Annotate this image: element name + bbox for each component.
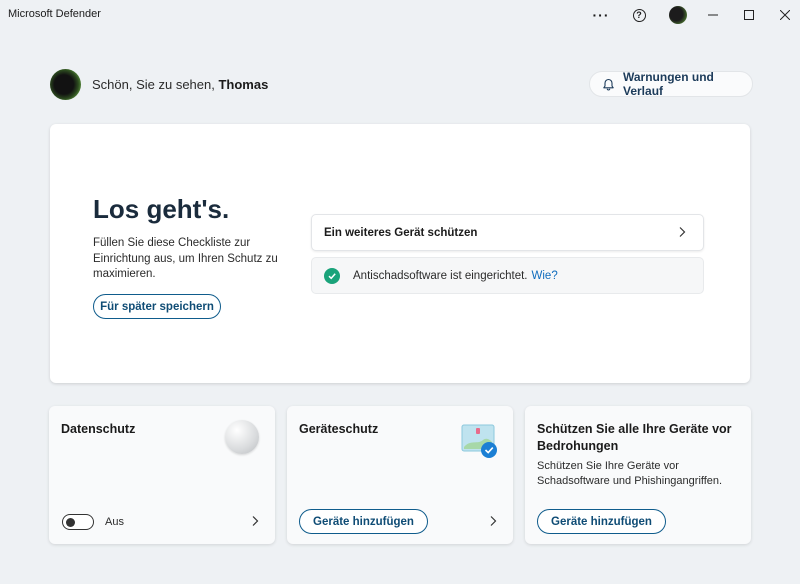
checklist-item-antimalware: Antischadsoftware ist eingerichtet. Wie? [311,257,704,294]
app-title: Microsoft Defender [8,8,101,20]
protect-all-devices-card: Schützen Sie alle Ihre Geräte vor Bedroh… [525,406,751,544]
checklist-item-protect-device[interactable]: Ein weiteres Gerät schützen [311,214,704,251]
globe-icon [225,420,259,454]
more-icon: ··· [592,7,610,23]
add-devices-button[interactable]: Geräte hinzufügen [537,509,666,534]
chevron-right-icon[interactable] [488,515,498,527]
minimize-icon [708,14,718,16]
title-bar: Microsoft Defender ··· ? [0,0,800,30]
toggle-knob [66,517,75,527]
setup-checklist-card: Los geht's. Füllen Sie diese Checkliste … [50,124,750,383]
chevron-right-icon [679,227,686,237]
setup-title: Los geht's. [93,194,230,224]
minimize-button[interactable] [700,3,726,27]
help-icon: ? [632,8,646,22]
privacy-card[interactable]: Datenschutz Aus [49,406,275,544]
help-button[interactable]: ? [626,3,652,27]
chevron-right-icon[interactable] [250,515,260,527]
user-avatar [50,69,81,100]
close-button[interactable] [772,3,798,27]
bell-icon [602,78,615,91]
checklist-item-label: Ein weiteres Gerät schützen [324,226,478,239]
card-description: Schützen Sie Ihre Geräte vor Schadsoftwa… [537,460,723,487]
card-title: Datenschutz [61,422,136,436]
card-title: Schützen Sie alle Ihre Geräte vor Bedroh… [537,422,732,453]
maximize-icon [744,10,754,20]
greeting-prefix: Schön, Sie zu sehen, [92,77,215,92]
card-title: Geräteschutz [299,422,379,436]
alerts-history-button[interactable]: Warnungen und Verlauf [589,70,753,98]
maximize-button[interactable] [736,3,762,27]
device-protection-card[interactable]: Geräteschutz Geräte hinzufügen [287,406,513,544]
checkmark-icon [324,267,340,284]
alerts-history-label: Warnungen und Verlauf [623,70,714,98]
add-devices-button[interactable]: Geräte hinzufügen [299,509,428,534]
device-shield-icon [461,424,497,458]
user-name: Thomas [218,77,269,92]
close-icon [780,10,790,20]
setup-description: Füllen Sie diese Checkliste zur Einricht… [93,237,278,280]
account-button[interactable] [665,3,691,27]
more-options-button[interactable]: ··· [588,3,614,27]
save-later-button[interactable]: Für später speichern [93,294,221,319]
greeting: Schön, Sie zu sehen, Thomas [92,77,268,92]
toggle-label: Aus [105,516,124,528]
privacy-toggle[interactable] [62,514,94,530]
how-link[interactable]: Wie? [532,270,558,282]
avatar-icon [669,6,687,24]
checklist-item-label: Antischadsoftware ist eingerichtet. [353,269,528,282]
